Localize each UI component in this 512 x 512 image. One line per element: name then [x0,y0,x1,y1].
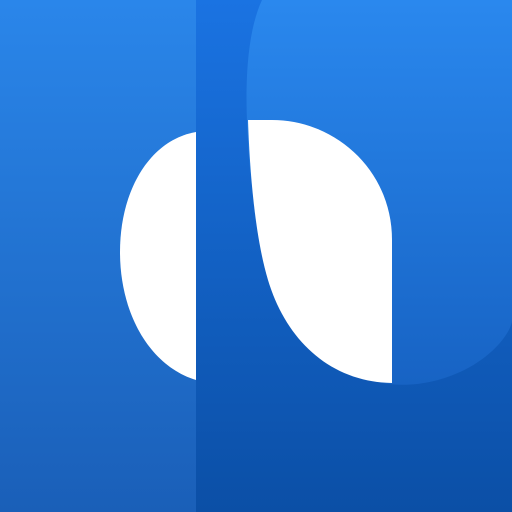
app-logo-icon [0,0,512,512]
logo-graphic [0,0,512,512]
